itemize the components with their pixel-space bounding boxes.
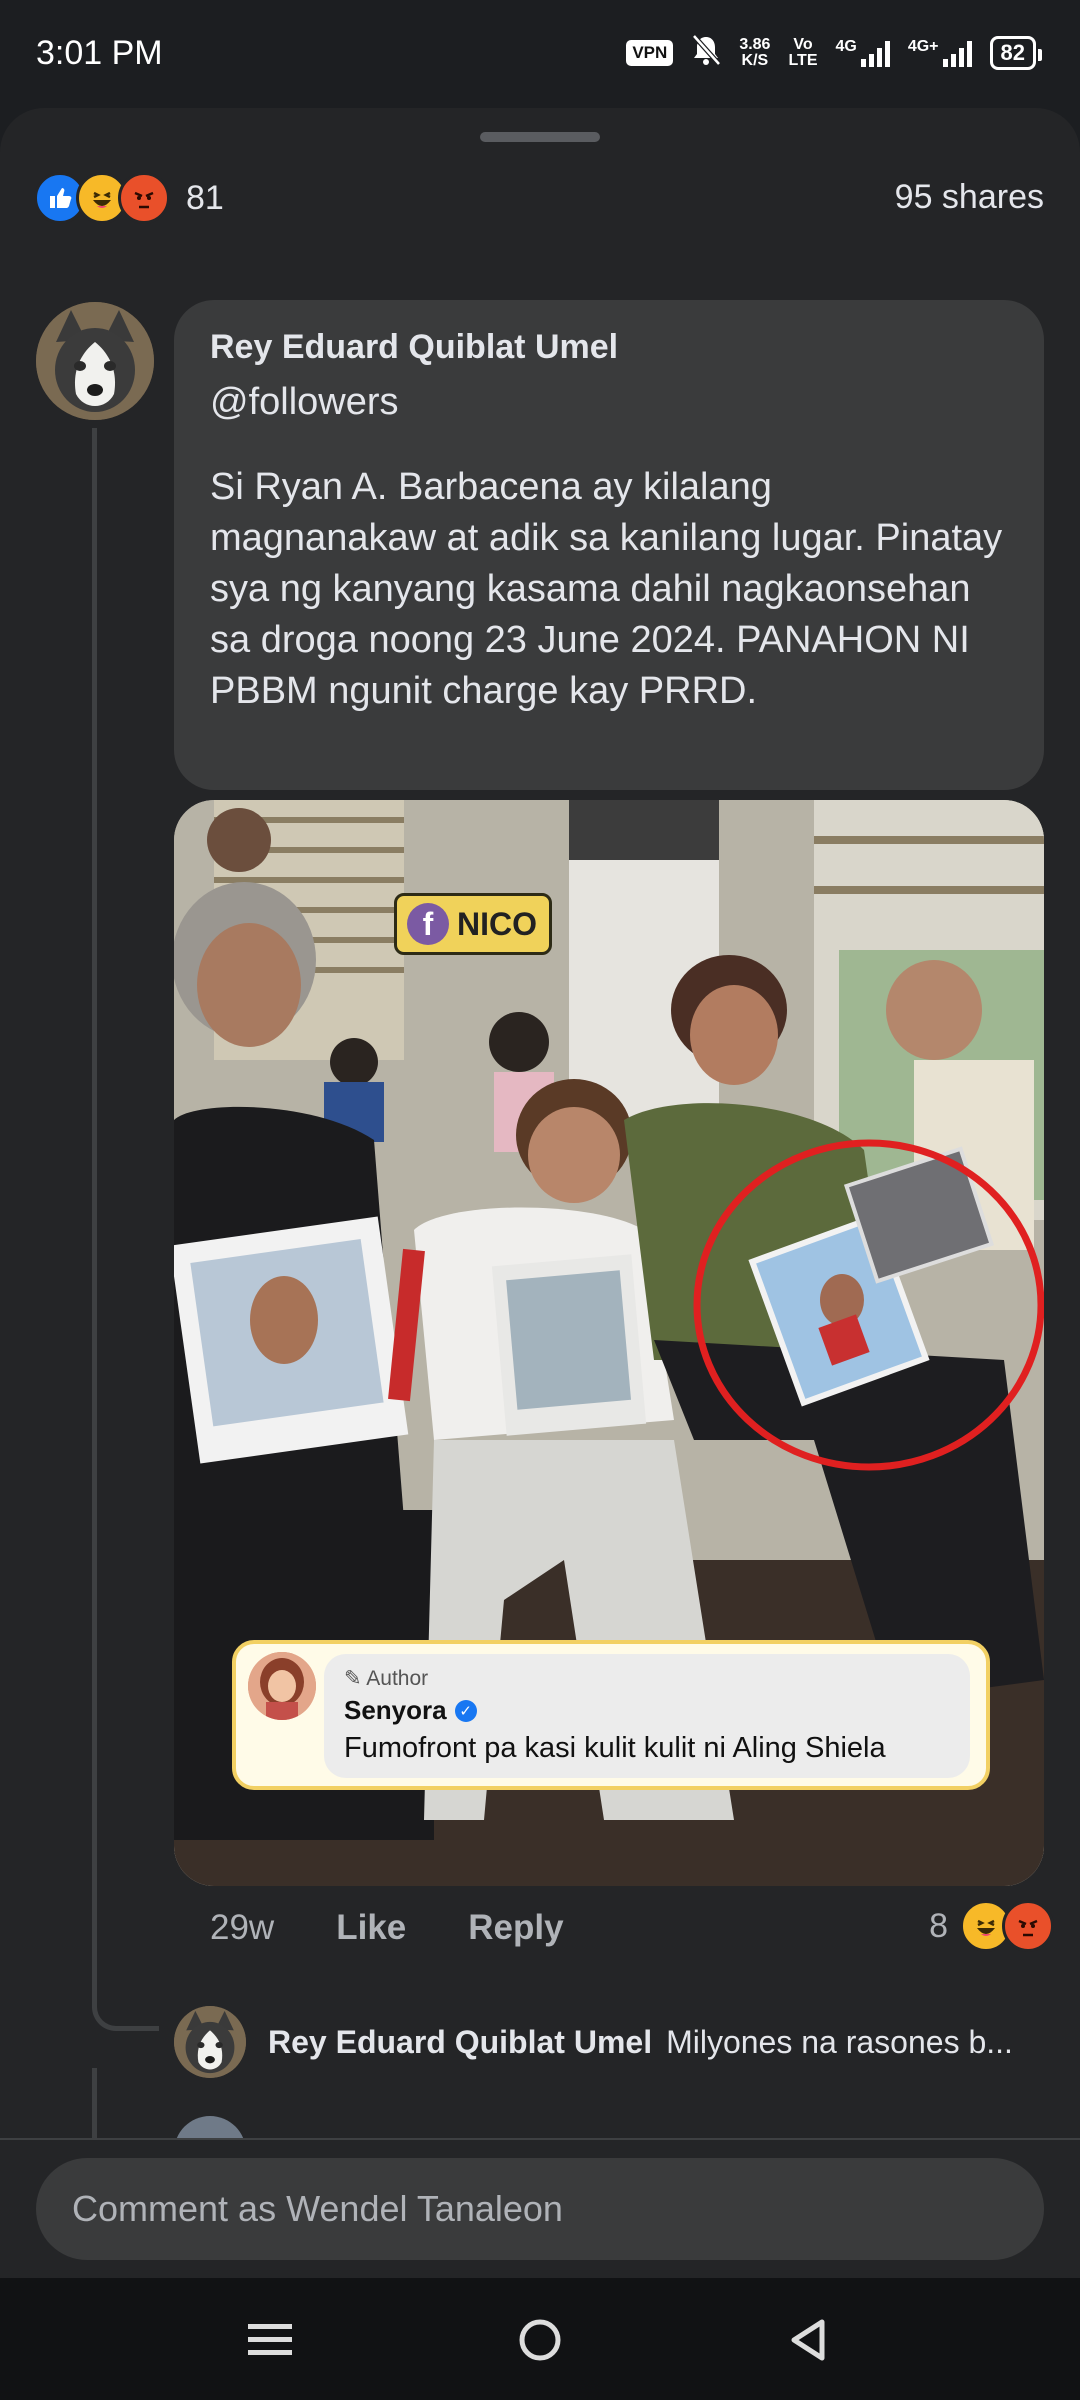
comment-text: Si Ryan A. Barbacena ay kilalang magnana… xyxy=(210,466,1003,712)
status-time: 3:01 PM xyxy=(36,34,163,72)
status-icons: VPN 3.86 K/S Vo LTE 4G 4G+ 82 xyxy=(626,34,1043,71)
status-bar: 3:01 PM VPN 3.86 K/S Vo LTE 4G 4G+ 82 xyxy=(0,0,1080,108)
comment-bubble[interactable]: Rey Eduard Quiblat Umel @followers Si Ry… xyxy=(174,300,1044,790)
comment-reaction-count: 8 xyxy=(929,1906,948,1945)
reply-author-name[interactable]: Rey Eduard Quiblat Umel xyxy=(268,2024,652,2061)
comment-author-name[interactable]: Rey Eduard Quiblat Umel xyxy=(210,328,1008,367)
sheet-drag-handle[interactable] xyxy=(480,132,600,142)
reply-item[interactable]: Rey Eduard Quiblat Umel Milyones na raso… xyxy=(174,2006,1013,2078)
post-reactions[interactable]: 81 xyxy=(34,172,224,224)
verified-badge-icon: ✓ xyxy=(454,1699,477,1722)
reply-avatar[interactable] xyxy=(174,2006,246,2078)
menu-nav-button[interactable] xyxy=(238,2308,302,2372)
system-nav-bar xyxy=(0,2278,1080,2400)
vpn-icon: VPN xyxy=(626,39,674,66)
reaction-count: 81 xyxy=(186,178,224,217)
comment-attached-photo[interactable]: f NICO ✎ Author Senyora ✓ Fumofront pa k… xyxy=(174,800,1044,1886)
nico-watermark: f NICO xyxy=(394,893,552,955)
mute-icon xyxy=(691,34,722,71)
thread-line-continued xyxy=(92,2068,97,2148)
watermark-text: NICO xyxy=(457,905,537,942)
comment-reactions[interactable]: 8 xyxy=(929,1900,1054,1952)
embedded-comment-text: Fumofront pa kasi kulit kulit ni Aling S… xyxy=(344,1732,886,1764)
senyora-avatar xyxy=(248,1652,316,1720)
angry-reaction-icon xyxy=(118,172,170,224)
signal-icon: 4G xyxy=(835,38,890,67)
like-button[interactable]: Like xyxy=(336,1908,406,1948)
embedded-comment-bubble: ✎ Author Senyora ✓ Fumofront pa kasi kul… xyxy=(324,1654,970,1778)
reply-text-preview: Milyones na rasones b... xyxy=(666,2023,1013,2060)
comment-input[interactable] xyxy=(36,2158,1044,2260)
thread-connector xyxy=(92,1966,159,2031)
pencil-icon: ✎ xyxy=(344,1667,367,1690)
author-tag: ✎ Author xyxy=(344,1667,429,1690)
reply-button[interactable]: Reply xyxy=(468,1908,563,1948)
comment-actions: 29w Like Reply xyxy=(210,1908,564,1948)
thread-line xyxy=(92,428,97,2008)
network-speed: 3.86 K/S xyxy=(739,35,771,69)
commenter-avatar[interactable] xyxy=(36,302,154,420)
battery-icon: 82 xyxy=(989,35,1043,70)
angry-reaction-icon xyxy=(1002,1900,1054,1952)
home-nav-button[interactable] xyxy=(508,2308,572,2372)
volte-indicator: Vo LTE xyxy=(788,35,818,69)
comment-composer xyxy=(0,2138,1080,2278)
comment-mention[interactable]: @followers xyxy=(210,381,1008,424)
comment-time: 29w xyxy=(210,1908,275,1947)
back-nav-button[interactable] xyxy=(776,2308,840,2372)
embedded-comment-screenshot: ✎ Author Senyora ✓ Fumofront pa kasi kul… xyxy=(232,1640,990,1790)
embedded-author-name: Senyora ✓ xyxy=(344,1695,950,1726)
signal-icon-2: 4G+ xyxy=(908,38,972,67)
comments-sheet: 81 95 shares Rey Eduard Quiblat Umel @fo… xyxy=(0,108,1080,2278)
facebook-icon: f xyxy=(407,903,449,945)
shares-count[interactable]: 95 shares xyxy=(895,178,1044,217)
